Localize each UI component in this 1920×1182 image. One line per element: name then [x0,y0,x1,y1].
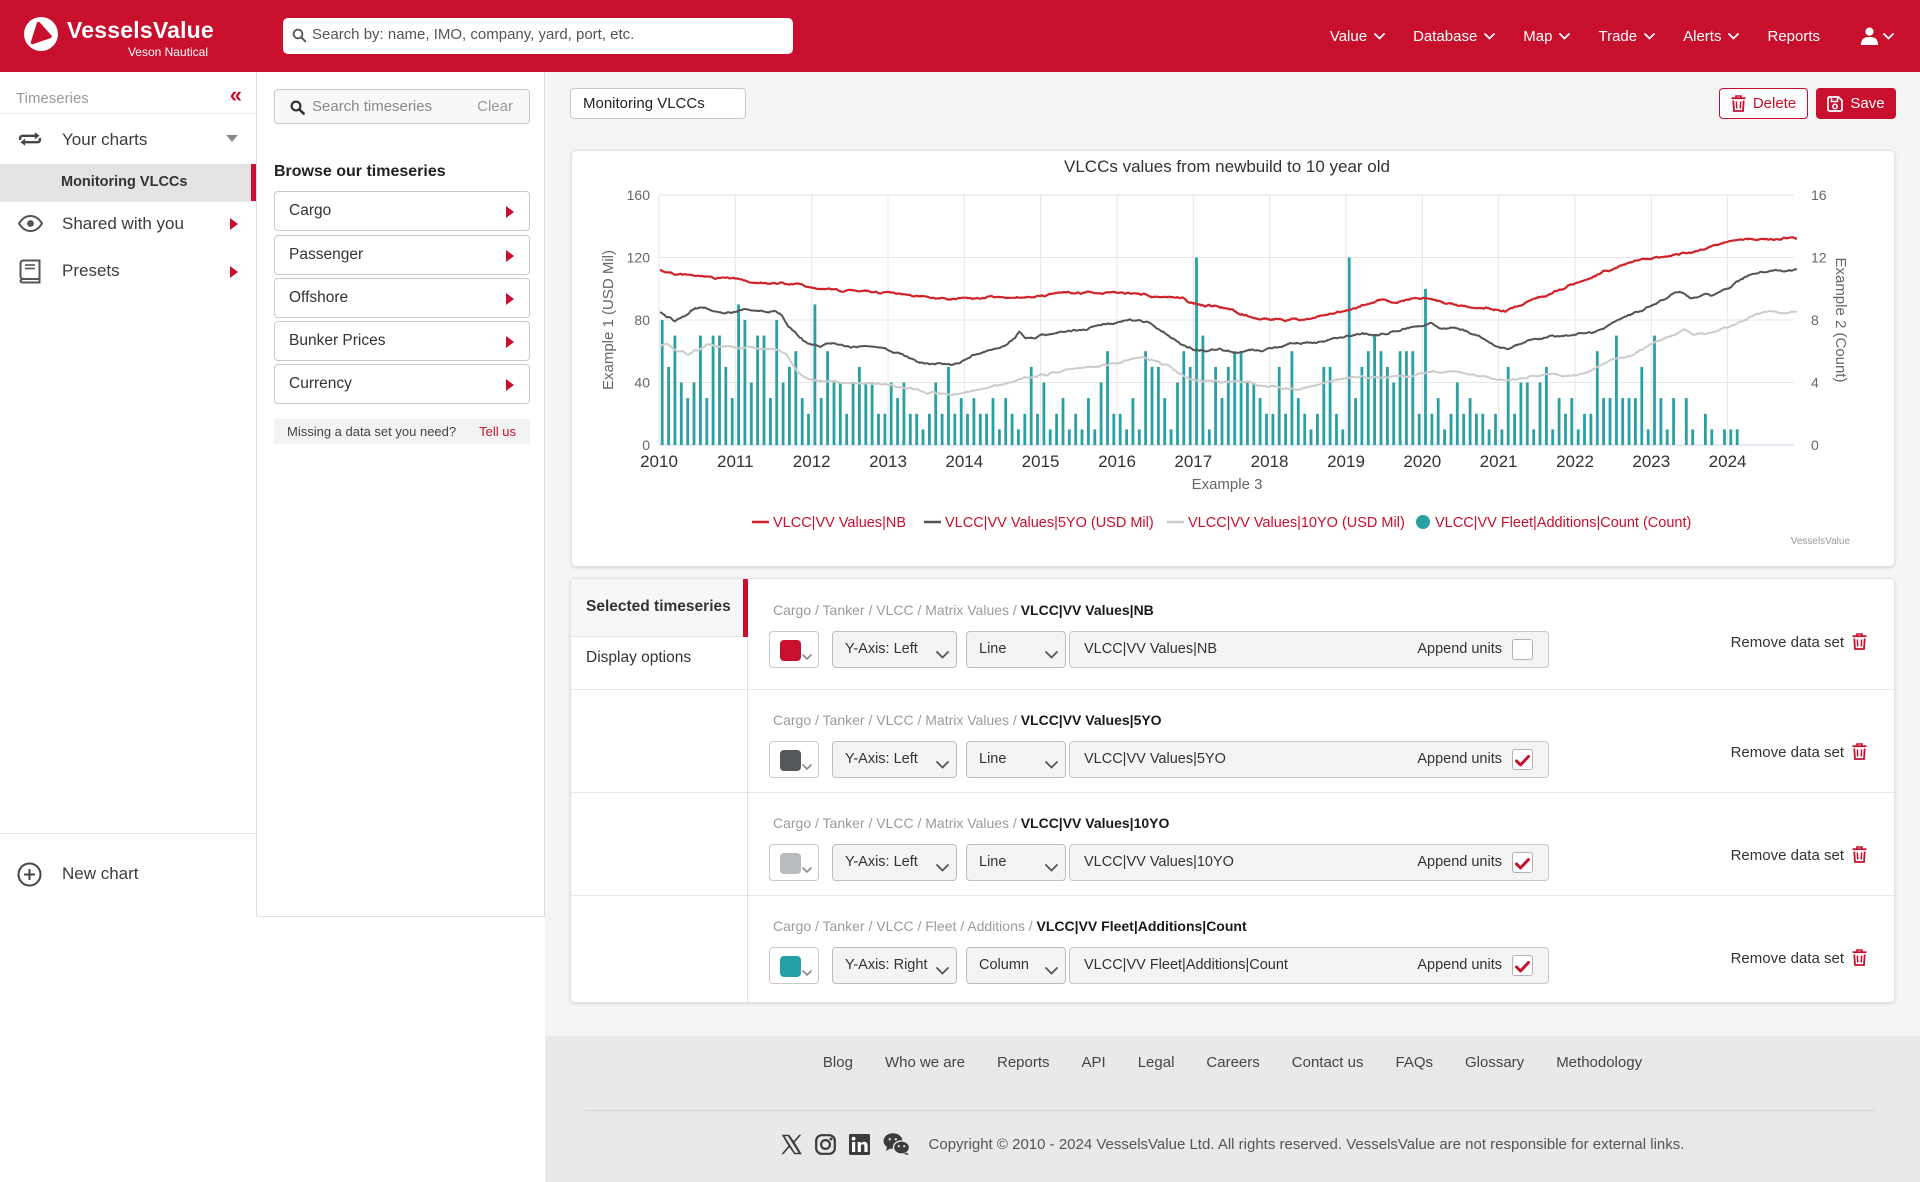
svg-text:2012: 2012 [793,452,831,471]
svg-text:VLCC|VV Values|5YO (USD Mil): VLCC|VV Values|5YO (USD Mil) [945,515,1154,531]
svg-text:8: 8 [1811,312,1819,328]
svg-text:2015: 2015 [1022,452,1060,471]
svg-text:2022: 2022 [1556,452,1594,471]
svg-text:VLCC|VV Fleet|Additions|Count: VLCC|VV Fleet|Additions|Count (Count) [1435,515,1691,531]
svg-text:120: 120 [627,250,651,266]
svg-text:0: 0 [1811,437,1819,453]
svg-text:2023: 2023 [1632,452,1670,471]
svg-text:VLCC|VV Values|NB: VLCC|VV Values|NB [773,515,906,531]
svg-text:0: 0 [642,437,650,453]
svg-text:160: 160 [627,187,651,203]
svg-text:2014: 2014 [945,452,983,471]
svg-text:2020: 2020 [1403,452,1441,471]
svg-text:2010: 2010 [640,452,678,471]
svg-text:VesselsValue: VesselsValue [1791,536,1851,547]
svg-text:VLCC|VV Values|10YO (USD Mil): VLCC|VV Values|10YO (USD Mil) [1188,515,1405,531]
svg-text:40: 40 [634,375,650,391]
svg-text:2019: 2019 [1327,452,1365,471]
svg-text:2018: 2018 [1251,452,1289,471]
svg-text:4: 4 [1811,375,1819,391]
svg-text:Example 1 (USD Mil): Example 1 (USD Mil) [600,250,617,390]
svg-text:2011: 2011 [717,452,754,471]
svg-text:Example 3: Example 3 [1192,476,1263,493]
svg-text:Example 2 (Count): Example 2 (Count) [1832,257,1849,382]
svg-text:2013: 2013 [869,452,907,471]
svg-text:2017: 2017 [1174,452,1212,471]
svg-text:VLCCs values from newbuild to: VLCCs values from newbuild to 10 year ol… [1064,157,1390,176]
svg-text:12: 12 [1811,250,1827,266]
svg-text:80: 80 [634,312,650,328]
svg-text:2016: 2016 [1098,452,1136,471]
svg-text:2021: 2021 [1480,452,1518,471]
svg-text:2024: 2024 [1709,452,1747,471]
svg-text:16: 16 [1811,187,1827,203]
